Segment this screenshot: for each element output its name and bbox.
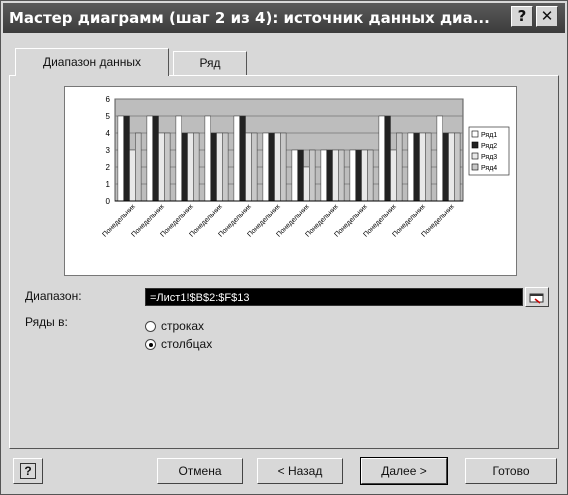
bar-Ряд3 <box>332 149 339 202</box>
bar-Ряд2 <box>152 115 159 202</box>
y-tick-label: 1 <box>106 180 111 189</box>
bar-Ряд3 <box>448 132 455 202</box>
collapse-dialog-button[interactable] <box>525 287 549 307</box>
y-tick-label: 2 <box>106 163 111 172</box>
legend-swatch <box>471 163 479 171</box>
y-tick-label: 3 <box>106 146 111 155</box>
bar-Ряд4 <box>164 132 171 202</box>
radio-rows[interactable]: строках <box>145 318 204 334</box>
bar-Ряд3 <box>390 149 397 202</box>
bar-Ряд1 <box>407 132 414 202</box>
bar-Ряд2 <box>123 115 130 202</box>
window-title: Мастер диаграмм (шаг 2 из 4): источник д… <box>9 9 490 27</box>
bar-Ряд4 <box>135 132 142 202</box>
bar-Ряд3 <box>158 132 165 202</box>
chart-preview: 0 1 2 3 4 5 6 Понедельник Понедельник Понедельник… <box>64 86 517 276</box>
bar-Ряд3 <box>361 149 368 202</box>
tab-series[interactable]: Ряд <box>173 51 247 75</box>
bar-Ряд3 <box>216 132 223 202</box>
bar-Ряд4 <box>193 132 200 202</box>
collapse-dialog-icon <box>529 293 544 304</box>
bar-Ряд1 <box>175 115 182 202</box>
bar-Ряд1 <box>146 115 153 202</box>
y-tick-label: 5 <box>106 112 111 121</box>
bar-Ряд2 <box>355 149 362 202</box>
legend-label: Ряд2 <box>481 143 497 150</box>
radio-rows-label: строках <box>161 319 205 333</box>
bar-Ряд2 <box>326 149 333 202</box>
bar-Ряд4 <box>222 132 229 202</box>
legend-label: Ряд4 <box>481 165 497 172</box>
bar-Ряд2 <box>210 132 217 202</box>
next-button[interactable]: Далее > <box>360 457 448 485</box>
bar-Ряд1 <box>262 132 269 202</box>
legend-label: Ряд3 <box>481 154 497 161</box>
bar-Ряд2 <box>268 132 275 202</box>
bar-Ряд4 <box>338 149 345 202</box>
bar-Ряд1 <box>436 115 443 202</box>
help-button[interactable]: ? <box>13 458 43 484</box>
tab-series-label: Ряд <box>199 56 221 70</box>
bar-Ряд4 <box>454 132 461 202</box>
bar-Ряд1 <box>204 115 211 202</box>
bar-Ряд3 <box>245 132 252 202</box>
range-label: Диапазон: <box>25 289 82 303</box>
range-input[interactable]: =Лист1!$B$2:$F$13 <box>145 288 523 306</box>
chart-wizard-dialog: Мастер диаграмм (шаг 2 из 4): источник д… <box>0 0 568 495</box>
tab-data-range-label: Диапазон данных <box>42 55 142 69</box>
bar-Ряд1 <box>291 149 298 202</box>
bar-Ряд2 <box>239 115 246 202</box>
bar-Ряд4 <box>367 149 374 202</box>
legend-swatch <box>471 152 479 160</box>
bar-Ряд3 <box>129 149 136 202</box>
finish-button[interactable]: Готово <box>465 458 557 484</box>
radio-selected-dot <box>149 342 153 347</box>
title-bar: Мастер диаграмм (шаг 2 из 4): источник д… <box>3 3 565 33</box>
radio-columns-label: столбцах <box>161 337 213 351</box>
bar-Ряд4 <box>396 132 403 202</box>
bar-Ряд1 <box>378 115 385 202</box>
bar-Ряд4 <box>280 132 287 202</box>
back-button[interactable]: < Назад <box>257 458 343 484</box>
help-icon[interactable]: ? <box>511 6 533 27</box>
bar-Ряд2 <box>384 115 391 202</box>
bar-Ряд1 <box>117 115 124 202</box>
bar-Ряд1 <box>233 115 240 202</box>
y-tick-label: 4 <box>106 129 111 138</box>
series-in-label: Ряды в: <box>25 315 68 329</box>
legend-swatch <box>471 141 479 149</box>
cancel-button[interactable]: Отмена <box>157 458 243 484</box>
bar-Ряд4 <box>251 132 258 202</box>
radio-rows-indicator[interactable] <box>145 320 156 332</box>
y-tick-label: 0 <box>106 197 111 206</box>
range-label-text: Диапазон: <box>25 289 82 303</box>
legend-swatch <box>471 130 479 138</box>
bar-Ряд3 <box>187 132 194 202</box>
bar-Ряд2 <box>297 149 304 202</box>
chart-svg: 0123456ПонедельникПонедельникПонедельник… <box>101 95 510 239</box>
bar-Ряд1 <box>349 149 356 202</box>
bar-Ряд3 <box>419 132 426 202</box>
bar-Ряд2 <box>442 132 449 202</box>
bar-Ряд1 <box>320 149 327 202</box>
bar-Ряд3 <box>274 132 281 202</box>
radio-columns-indicator[interactable] <box>145 338 156 350</box>
bar-Ряд3 <box>303 166 310 202</box>
bar-Ряд4 <box>309 149 316 202</box>
bar-Ряд4 <box>425 132 432 202</box>
radio-columns[interactable]: столбцах <box>145 336 212 352</box>
help-button-icon: ? <box>20 463 36 479</box>
tab-data-range[interactable]: Диапазон данных <box>15 48 169 76</box>
y-tick-label: 6 <box>106 95 111 104</box>
bar-Ряд2 <box>413 132 420 202</box>
bar-Ряд2 <box>181 132 188 202</box>
legend-label: Ряд1 <box>481 132 497 139</box>
close-icon[interactable]: ✕ <box>536 6 558 27</box>
